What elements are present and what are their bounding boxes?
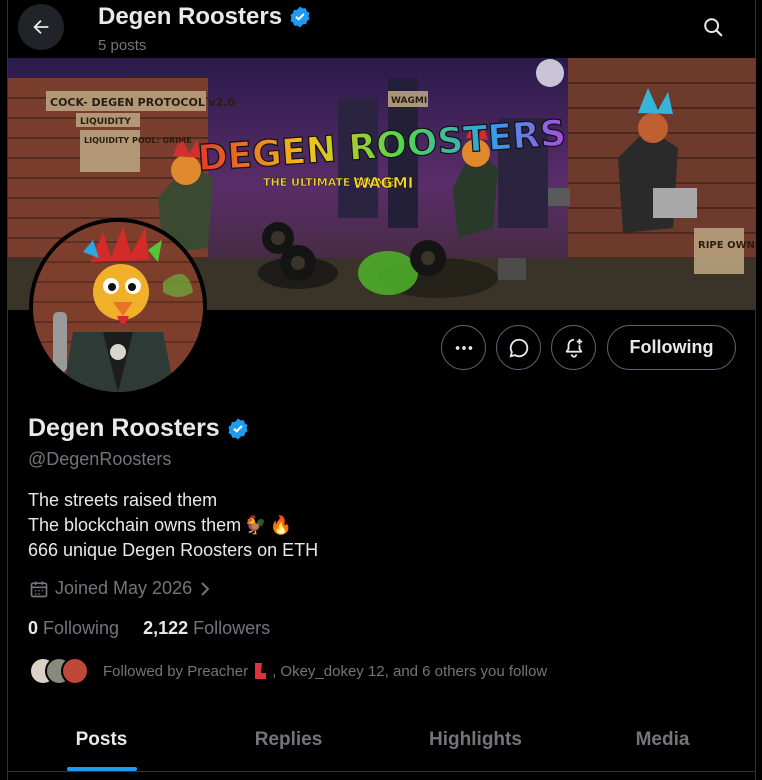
tab-replies[interactable]: Replies <box>195 708 382 771</box>
mutual-followers-avatars <box>29 657 89 685</box>
profile-display-name: Degen Roosters <box>28 414 220 442</box>
notifications-bell-button[interactable] <box>551 325 596 370</box>
profile-avatar[interactable] <box>29 218 207 396</box>
back-button[interactable] <box>18 4 64 50</box>
followers-count: 2,122 <box>143 618 189 638</box>
profile-bio: The streets raised them The blockchain o… <box>28 488 318 563</box>
bell-plus-icon <box>565 338 582 358</box>
fire-emoji-icon: 🔥 <box>269 515 292 535</box>
mutual-avatar <box>61 657 89 685</box>
followers-count-link[interactable]: 2,122 Followers <box>143 618 270 639</box>
tab-posts[interactable]: Posts <box>8 708 195 771</box>
page-title: Degen Roosters <box>98 3 283 30</box>
joined-text: Joined May 2026 <box>55 578 193 598</box>
bio-line-2-text: The blockchain owns them <box>28 515 242 535</box>
top-bar: Degen Roosters 5 posts <box>0 0 762 58</box>
tab-media[interactable]: Media <box>569 708 756 771</box>
chevron-right-icon <box>201 581 210 596</box>
header-title-block: Degen Roosters 5 posts <box>98 3 312 54</box>
bio-line-2: The blockchain owns them 🐓 🔥 <box>28 513 318 538</box>
banner-sign-wagmi: WAGMI <box>391 96 427 106</box>
banner-sign-pool: LIQUIDITY POOL: GRIME <box>84 136 192 145</box>
red-boot-icon <box>255 663 267 679</box>
verified-badge-icon[interactable] <box>226 417 250 441</box>
following-count-label: Following <box>43 618 120 638</box>
tab-highlights-label: Highlights <box>429 728 522 750</box>
search-button[interactable] <box>694 8 732 46</box>
following-button[interactable]: Following <box>607 325 736 370</box>
follow-stats: 0 Following 2,122 Followers <box>28 618 270 639</box>
banner-sign-liquidity: LIQUIDITY <box>80 117 131 127</box>
arrow-left-icon <box>33 19 49 35</box>
banner-sign-wagmi-large: WAGMI <box>353 174 413 192</box>
calendar-icon <box>30 581 48 597</box>
ellipsis-icon <box>455 345 472 350</box>
message-button[interactable] <box>496 325 541 370</box>
tab-posts-label: Posts <box>75 728 128 750</box>
search-icon <box>704 18 723 37</box>
joined-date[interactable]: Joined May 2026 <box>29 578 212 599</box>
profile-name-row: Degen Roosters <box>28 414 250 443</box>
tab-media-label: Media <box>635 728 690 750</box>
banner-sign-rip: RIPE OWNER <box>698 240 756 251</box>
following-count-link[interactable]: 0 Following <box>28 618 119 639</box>
chicken-emoji-icon: 🐓 <box>244 515 267 535</box>
banner-sign-protocol: COCK- DEGEN PROTOCOL v2.0 <box>50 96 236 109</box>
tab-replies-label: Replies <box>254 728 323 750</box>
bio-line-1: The streets raised them <box>28 490 218 510</box>
following-count: 0 <box>28 618 39 638</box>
active-tab-indicator <box>66 767 137 771</box>
avatar-rooster-image <box>33 222 203 392</box>
followed-by-prefix: Followed by Preacher <box>103 662 249 680</box>
tab-highlights[interactable]: Highlights <box>382 708 569 771</box>
profile-tabs: Posts Replies Highlights Media <box>8 708 756 772</box>
more-options-button[interactable] <box>441 325 486 370</box>
chat-bubble-icon <box>508 338 528 358</box>
followers-count-label: Followers <box>193 618 271 638</box>
profile-handle: @DegenRoosters <box>28 449 172 469</box>
followed-by[interactable]: Followed by Preacher , Okey_dokey 12, an… <box>29 657 547 685</box>
followed-by-suffix: , Okey_dokey 12, and 6 others you follow <box>272 662 548 680</box>
bio-line-3: 666 unique Degen Roosters on ETH <box>28 540 319 560</box>
verified-badge-icon <box>290 6 310 28</box>
posts-count: 5 posts <box>98 37 147 54</box>
